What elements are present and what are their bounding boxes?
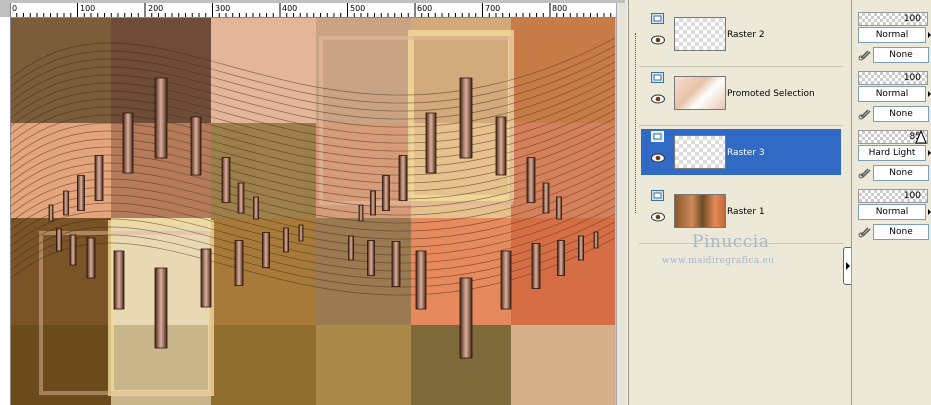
opacity-slider-pointer-icon[interactable] <box>915 130 927 144</box>
layer-type-icon <box>651 13 664 24</box>
watermark-url: www.maidiregrafica.eu <box>662 256 775 266</box>
mask-select[interactable]: None <box>873 106 929 122</box>
layer-type-icon <box>651 190 664 201</box>
layer-name: Raster 2 <box>727 30 765 40</box>
opacity-field[interactable]: 100 <box>858 71 928 85</box>
ruler-ticks <box>10 3 612 17</box>
mask-select[interactable]: None <box>873 47 929 63</box>
blend-mode-select[interactable]: Normal <box>858 27 926 43</box>
layer-thumbnail <box>674 194 726 228</box>
layers-panel: Raster 2 Promoted Selection Raster 3 Ras… <box>628 0 848 405</box>
dropdown-arrow-icon[interactable] <box>926 204 931 220</box>
layer-props-raster-2: 100 Normal None <box>855 10 931 66</box>
layer-name: Promoted Selection <box>727 89 815 99</box>
layer-props-raster-3: 85 Hard Light None <box>855 128 931 184</box>
horizontal-ruler: 0 100 200 300 400 500 600 700 800 <box>10 3 616 18</box>
lock-transparency-icon[interactable] <box>858 47 872 61</box>
lock-transparency-icon[interactable] <box>858 165 872 179</box>
layer-properties-column: 100 Normal None 100 Normal None 85 Hard … <box>851 0 931 405</box>
layer-thumbnail <box>674 76 726 110</box>
layer-type-icon <box>651 131 664 142</box>
layer-row-raster-2[interactable]: Raster 2 <box>639 3 843 61</box>
layer-thumbnail <box>674 135 726 169</box>
layer-type-icon <box>651 72 664 83</box>
visibility-eye-icon[interactable] <box>651 212 665 222</box>
lock-transparency-icon[interactable] <box>858 106 872 120</box>
vertical-scrollbar[interactable] <box>616 3 626 405</box>
visibility-eye-icon[interactable] <box>651 153 665 163</box>
layer-row-promoted-selection[interactable]: Promoted Selection <box>639 62 843 120</box>
dropdown-arrow-icon[interactable] <box>926 86 931 102</box>
mask-select[interactable]: None <box>873 224 929 240</box>
document-canvas-window[interactable]: 0 100 200 300 400 500 600 700 800 <box>0 0 626 405</box>
lock-transparency-icon[interactable] <box>858 224 872 238</box>
blend-mode-select[interactable]: Hard Light <box>858 145 926 161</box>
layer-name: Raster 3 <box>727 148 765 158</box>
vertical-ruler <box>0 17 11 405</box>
dropdown-arrow-icon[interactable] <box>926 27 931 43</box>
layer-props-raster-1: 100 Normal None <box>855 187 931 243</box>
visibility-eye-icon[interactable] <box>651 94 665 104</box>
layer-name: Raster 1 <box>727 207 765 217</box>
artwork-svg <box>11 18 615 405</box>
blend-mode-select[interactable]: Normal <box>858 204 926 220</box>
visibility-eye-icon[interactable] <box>651 35 665 45</box>
layer-props-promoted-selection: 100 Normal None <box>855 69 931 125</box>
watermark-signature: Pinuccia <box>692 232 770 252</box>
layer-row-raster-1[interactable]: Raster 1 <box>639 180 843 238</box>
blend-mode-select[interactable]: Normal <box>858 86 926 102</box>
artwork-image[interactable] <box>11 18 615 405</box>
mask-select[interactable]: None <box>873 165 929 181</box>
layer-group-tree-line <box>635 33 637 213</box>
dropdown-arrow-icon[interactable] <box>926 145 931 161</box>
opacity-field[interactable]: 100 <box>858 12 928 26</box>
layer-thumbnail <box>674 17 726 51</box>
opacity-field[interactable]: 100 <box>858 189 928 203</box>
layer-row-raster-3[interactable]: Raster 3 <box>639 121 843 179</box>
